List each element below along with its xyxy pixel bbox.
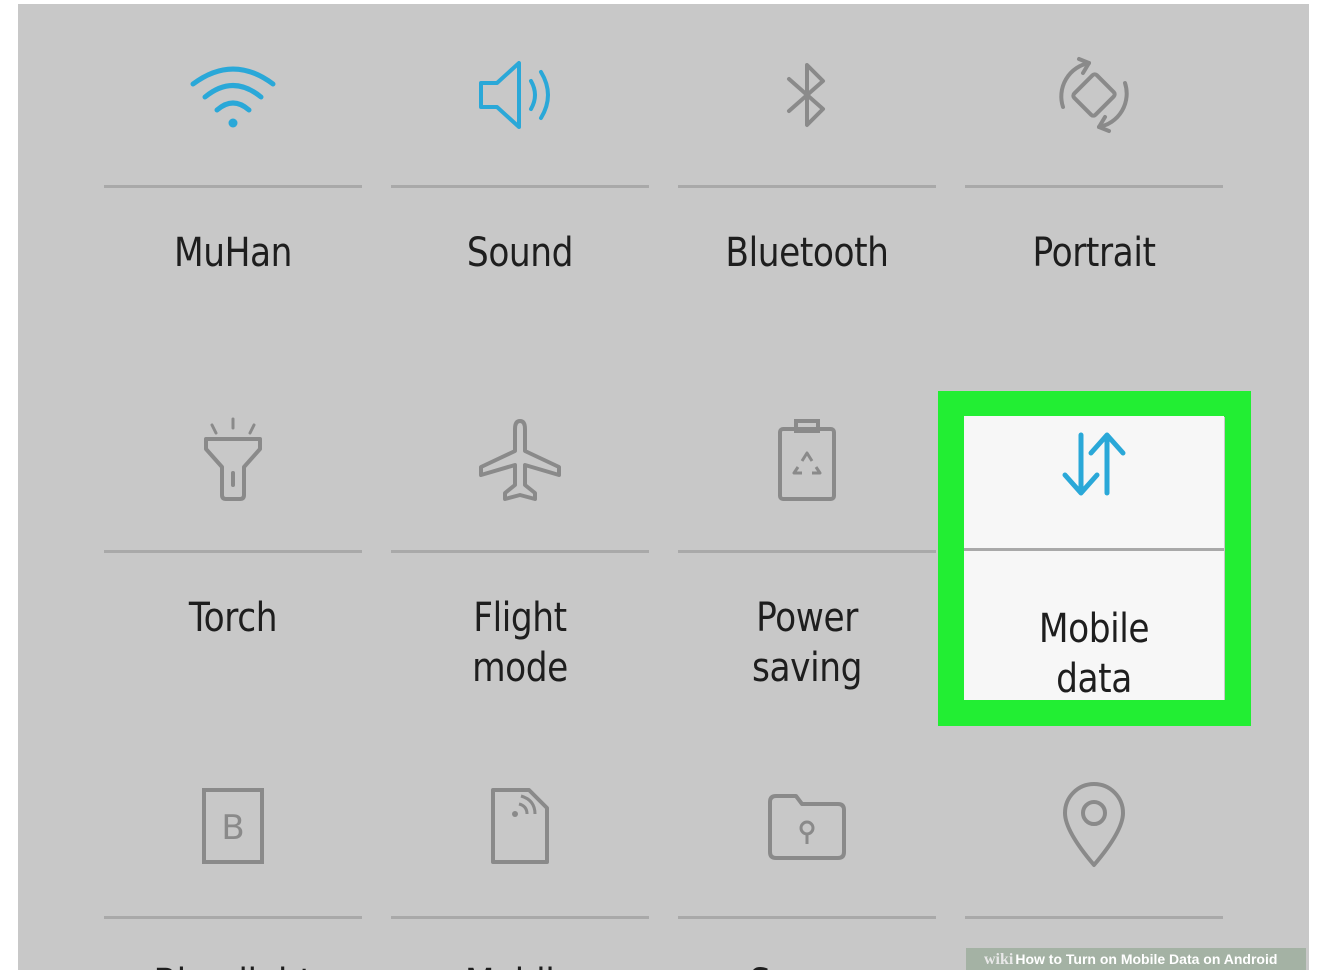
blue-light-icon: B: [104, 770, 362, 882]
tile-label-secure-folder: Secure: [696, 959, 918, 970]
tile-bluetooth[interactable]: Bluetooth: [678, 39, 936, 299]
data-arrows-icon: [964, 416, 1224, 512]
tile-flight-mode[interactable]: Flight mode: [391, 404, 649, 704]
tile-label-flight-mode: Flight mode: [472, 595, 568, 691]
tile-torch[interactable]: Torch: [104, 404, 362, 704]
svg-text:B: B: [221, 808, 244, 848]
tile-divider: [678, 550, 936, 553]
tile-divider: [965, 185, 1223, 188]
quick-settings-panel: MuHan Sound Bluetooth Portrait Torch Fli…: [18, 4, 1309, 970]
tile-divider: [104, 185, 362, 188]
rotate-icon: [965, 39, 1223, 151]
watermark-title: How to Turn on Mobile Data on Android: [1015, 951, 1278, 967]
tile-divider: [965, 916, 1223, 919]
airplane-icon: [391, 404, 649, 516]
bluetooth-icon: [678, 39, 936, 151]
tile-secure-folder[interactable]: Secure: [678, 770, 936, 970]
tile-sound[interactable]: Sound: [391, 39, 649, 299]
tile-label-wifi: MuHan: [173, 230, 293, 276]
tile-blue-light[interactable]: B Blue light: [104, 770, 362, 970]
speaker-icon: [391, 39, 649, 151]
tile-wifi[interactable]: MuHan: [104, 39, 362, 299]
wifi-icon: [104, 39, 362, 151]
secure-folder-icon: [678, 770, 936, 882]
mobile-hotspot-icon: [391, 770, 649, 882]
tile-divider: [964, 548, 1224, 551]
tile-divider: [678, 916, 936, 919]
watermark-brand: wiki: [984, 951, 1014, 968]
tile-mobile-hotspot[interactable]: Mobile: [391, 770, 649, 970]
wikihow-watermark: wiki How to Turn on Mobile Data on Androi…: [966, 948, 1306, 970]
tile-mobile-data[interactable]: Mobile data: [964, 416, 1224, 702]
tile-label-bluetooth: Bluetooth: [725, 230, 889, 276]
tile-divider: [391, 550, 649, 553]
tile-divider: [678, 185, 936, 188]
tile-label-mobile-hotspot: Mobile: [409, 959, 631, 970]
tile-divider: [391, 916, 649, 919]
tile-label-mobile-data: Mobile data: [1038, 606, 1150, 702]
location-icon: [965, 770, 1223, 882]
tile-label-power-saving: Power saving: [752, 595, 862, 691]
tile-portrait[interactable]: Portrait: [965, 39, 1223, 299]
battery-recycle-icon: [678, 404, 936, 516]
tile-label-blue-light: Blue light: [122, 959, 344, 970]
tile-power-saving[interactable]: Power saving: [678, 404, 936, 704]
tile-label-portrait: Portrait: [1032, 230, 1156, 276]
tile-divider: [391, 185, 649, 188]
tile-label-torch: Torch: [188, 595, 278, 641]
torch-icon: [104, 404, 362, 516]
tile-divider: [104, 550, 362, 553]
tile-location[interactable]: [965, 770, 1223, 970]
tile-divider: [104, 916, 362, 919]
tile-label-sound: Sound: [466, 230, 574, 276]
